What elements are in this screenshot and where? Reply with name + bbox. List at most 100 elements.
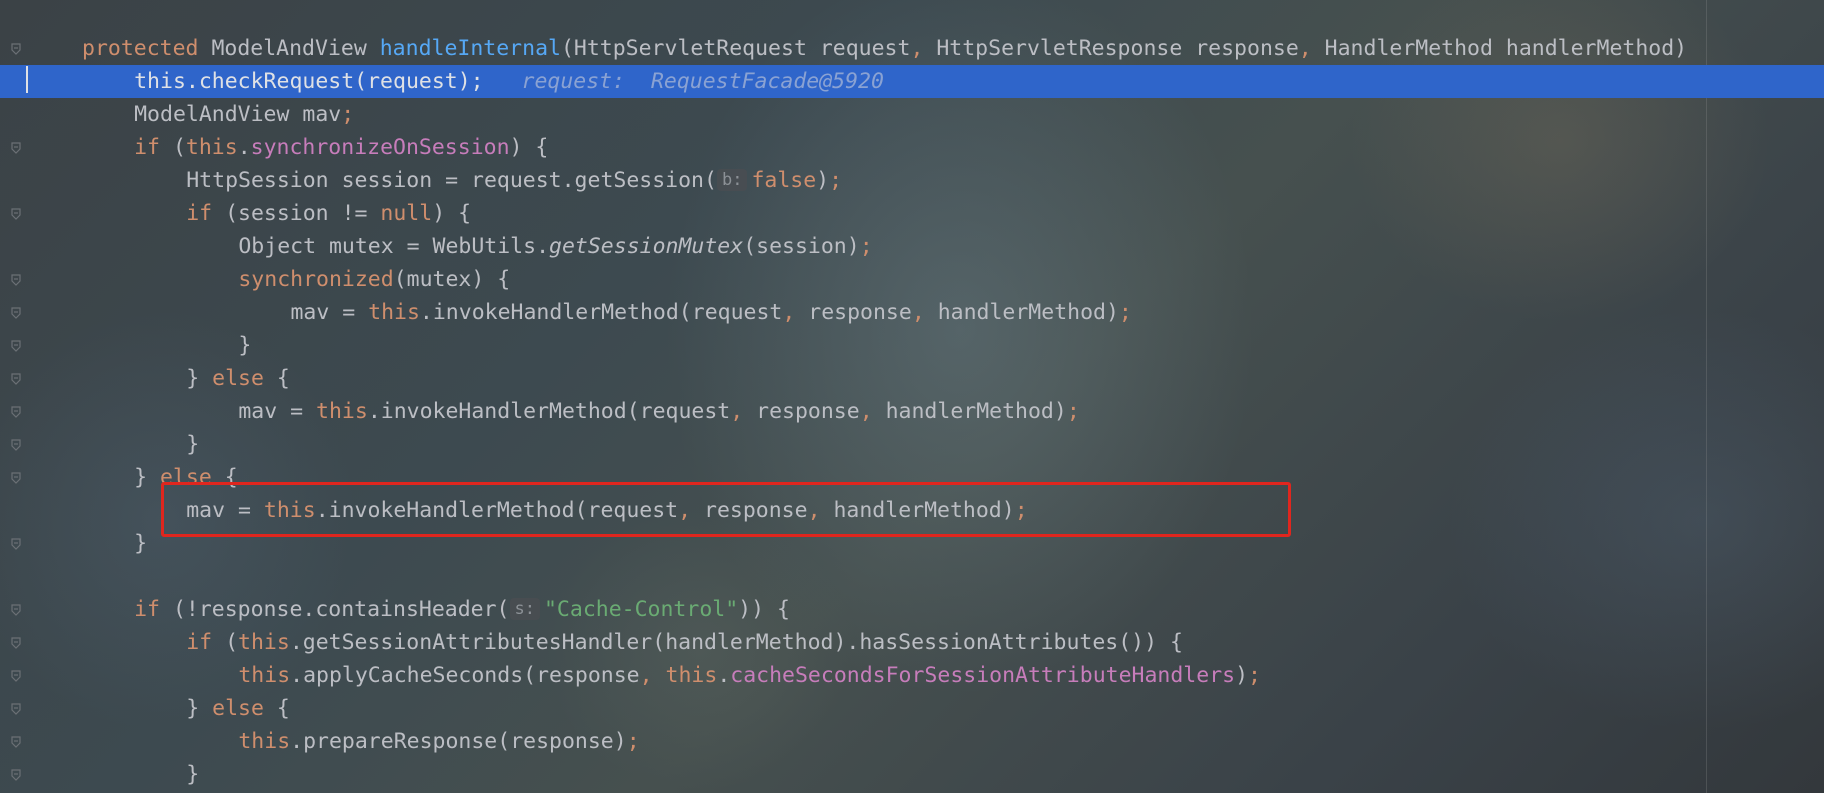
code-token: if — [134, 135, 173, 160]
code-token: this — [185, 135, 238, 160]
code-editor[interactable]: protected ModelAndView handleInternal(Ht… — [0, 0, 1824, 793]
code-line[interactable]: Object mutex = WebUtils.getSessionMutex(… — [0, 230, 1824, 263]
code-line[interactable]: this.applyCacheSeconds(response, this.ca… — [0, 659, 1824, 692]
code-line[interactable]: ModelAndView mav; — [0, 98, 1824, 131]
code-token: } — [186, 432, 200, 457]
code-token: ; — [859, 234, 873, 259]
code-line-content: if (!response.containsHeader(s: "Cache-Co… — [134, 593, 790, 626]
code-token: if — [186, 201, 226, 226]
code-token: , — [639, 663, 666, 688]
code-line[interactable]: if (session != null) { — [0, 197, 1824, 230]
code-token: .applyCacheSeconds(response — [290, 663, 640, 688]
code-token: , — [910, 36, 937, 61]
code-token: HttpSession session = request.getSession… — [186, 168, 717, 193]
code-line-content: synchronized(mutex) { — [238, 263, 510, 296]
code-line[interactable]: protected ModelAndView handleInternal(Ht… — [0, 32, 1824, 65]
code-line-content: HttpSession session = request.getSession… — [186, 164, 842, 197]
code-line-content: protected ModelAndView handleInternal(Ht… — [82, 32, 1687, 65]
code-line[interactable]: } — [0, 329, 1824, 362]
code-token: null — [380, 201, 433, 226]
code-token: response — [808, 300, 912, 325]
code-line[interactable]: this.prepareResponse(response); — [0, 725, 1824, 758]
code-line[interactable]: mav = this.invokeHandlerMethod(request, … — [0, 296, 1824, 329]
code-token: ) { — [509, 135, 549, 160]
code-line-content: } — [238, 329, 251, 362]
code-line-content: } — [186, 758, 199, 791]
code-line-content: } — [134, 527, 147, 560]
code-token: if — [186, 630, 226, 655]
code-token: (mutex) { — [393, 267, 511, 292]
code-token: ; — [1066, 399, 1080, 424]
code-token: protected — [82, 36, 212, 61]
code-token: ModelAndView mav — [134, 102, 342, 127]
highlight-annotation-box — [161, 482, 1291, 537]
code-token: } — [134, 531, 148, 556]
code-line[interactable]: } else { — [0, 692, 1824, 725]
code-token: ; — [829, 168, 843, 193]
code-line[interactable]: if (this.synchronizeOnSession) { — [0, 131, 1824, 164]
code-token: handleInternal — [379, 36, 561, 61]
code-token: ) — [816, 168, 830, 193]
code-token: this — [316, 399, 368, 424]
code-token: } — [186, 762, 200, 787]
code-token: cacheSecondsForSessionAttributeHandlers — [730, 663, 1236, 688]
code-token: this — [665, 663, 718, 688]
code-token: ModelAndView — [211, 36, 380, 61]
code-token: synchronized — [238, 267, 394, 292]
code-line[interactable]: HttpSession session = request.getSession… — [0, 164, 1824, 197]
code-token: response — [756, 399, 860, 424]
code-token: this — [238, 729, 291, 754]
code-token: (session) — [743, 234, 860, 259]
code-token: (!response.containsHeader( — [172, 597, 510, 622]
code-token: , — [782, 300, 809, 325]
code-token: { — [276, 696, 290, 721]
code-token: "Cache-Control" — [543, 597, 739, 622]
code-token: ; — [1118, 300, 1132, 325]
code-line-content: this.checkRequest(request); request: Req… — [134, 65, 884, 98]
code-token: synchronizeOnSession — [250, 135, 510, 160]
code-token: ; — [341, 102, 355, 127]
code-token: this — [134, 69, 186, 94]
code-token: , — [859, 399, 886, 424]
code-line[interactable]: } — [0, 758, 1824, 791]
parameter-name-hint: b: — [716, 169, 748, 191]
code-token: (session != — [225, 201, 381, 226]
code-line-content: Object mutex = WebUtils.getSessionMutex(… — [238, 230, 872, 263]
code-token: mav = — [290, 300, 369, 325]
code-line[interactable]: synchronized(mutex) { — [0, 263, 1824, 296]
code-token: (HttpServletRequest request — [560, 36, 911, 61]
code-line[interactable]: if (this.getSessionAttributesHandler(han… — [0, 626, 1824, 659]
code-token: } — [186, 366, 213, 391]
code-token: } — [186, 696, 213, 721]
inline-debug-value: request: RequestFacade@5920 — [495, 69, 884, 94]
code-token: . — [717, 663, 731, 688]
code-token: handlerMethod) — [885, 399, 1067, 424]
code-token: this — [368, 300, 420, 325]
code-line[interactable] — [0, 560, 1824, 593]
code-line-content: } else { — [186, 692, 290, 725]
code-token: . — [237, 135, 251, 160]
code-line[interactable]: if (!response.containsHeader(s: "Cache-Co… — [0, 593, 1824, 626]
code-token: } — [134, 465, 160, 490]
code-line-content: if (session != null) { — [186, 197, 471, 230]
code-token: } — [238, 333, 252, 358]
code-line[interactable]: } — [0, 428, 1824, 461]
code-line-content: if (this.synchronizeOnSession) { — [134, 131, 548, 164]
code-line-content: } else { — [186, 362, 290, 395]
code-token: getSessionMutex — [549, 234, 744, 259]
code-token: , — [1298, 36, 1325, 61]
code-token: ( — [172, 135, 186, 160]
code-line[interactable]: mav = this.invokeHandlerMethod(request, … — [0, 395, 1824, 428]
code-token: .prepareResponse(response) — [290, 729, 627, 754]
code-token: )) { — [738, 597, 790, 622]
code-token: else — [212, 696, 277, 721]
code-token: ; — [470, 69, 484, 94]
code-token: ) { — [432, 201, 472, 226]
code-token: handlerMethod) — [937, 300, 1119, 325]
execution-line[interactable]: this.checkRequest(request); request: Req… — [0, 65, 1824, 98]
code-token: HandlerMethod handlerMethod) — [1324, 36, 1688, 61]
code-line-content: this.applyCacheSeconds(response, this.ca… — [238, 659, 1261, 692]
code-token: HttpServletResponse response — [936, 36, 1299, 61]
code-line-content: this.prepareResponse(response); — [238, 725, 639, 758]
code-line[interactable]: } else { — [0, 362, 1824, 395]
